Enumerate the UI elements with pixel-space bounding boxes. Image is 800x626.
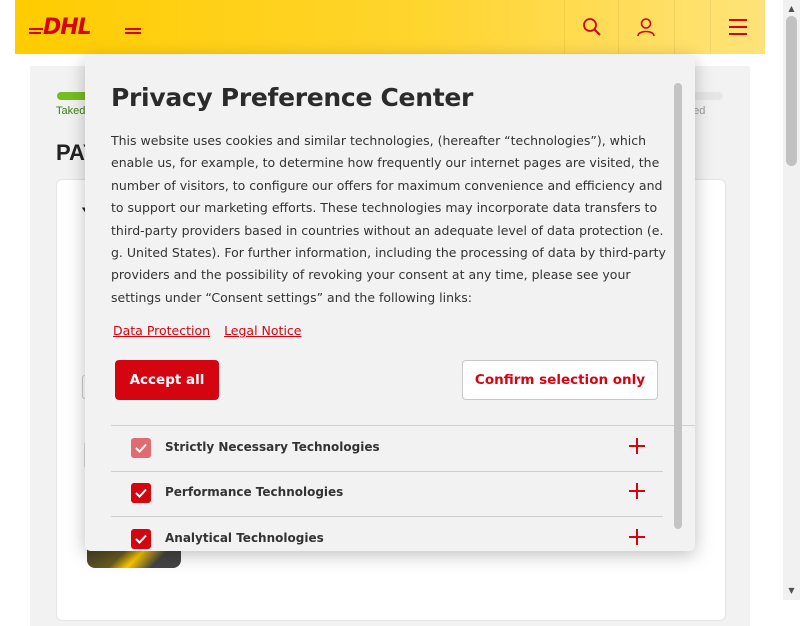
user-icon	[637, 18, 655, 37]
header-spacer	[674, 0, 711, 54]
site-header: DHL	[15, 0, 765, 54]
policy-links: Data Protection Legal Notice	[113, 323, 301, 338]
page-scrollbar[interactable]: ▲ ▼	[783, 0, 800, 600]
legal-notice-link[interactable]: Legal Notice	[224, 323, 301, 338]
expand-plus-icon[interactable]	[625, 478, 649, 504]
category-label: Performance Technologies	[165, 485, 344, 499]
category-row-analytical[interactable]: Analytical Technologies	[111, 517, 663, 551]
expand-plus-icon[interactable]	[625, 433, 649, 459]
modal-description: This website uses cookies and similar te…	[111, 133, 666, 305]
privacy-preference-modal: Privacy Preference Center This website u…	[85, 55, 695, 551]
account-button[interactable]	[618, 0, 673, 54]
search-button[interactable]	[564, 0, 619, 54]
svg-text:DHL: DHL	[43, 15, 91, 38]
category-row-performance[interactable]: Performance Technologies	[111, 471, 663, 517]
checkmark-icon	[135, 488, 147, 498]
analytical-checkbox[interactable]	[131, 529, 151, 549]
progress-step-left: Taked	[56, 105, 86, 117]
page-scrollbar-thumb[interactable]	[786, 16, 797, 166]
modal-title: Privacy Preference Center	[111, 83, 474, 112]
category-label: Analytical Technologies	[165, 531, 324, 545]
scroll-down-arrow-icon[interactable]: ▼	[786, 584, 797, 596]
expand-plus-icon[interactable]	[625, 524, 649, 550]
category-label: Strictly Necessary Technologies	[165, 440, 380, 454]
performance-checkbox[interactable]	[131, 483, 151, 503]
category-row-strictly-necessary[interactable]: Strictly Necessary Technologies	[111, 426, 663, 472]
modal-scrollbar-thumb[interactable]	[674, 83, 682, 529]
scroll-up-arrow-icon[interactable]: ▲	[786, 2, 797, 14]
menu-button[interactable]	[710, 0, 765, 54]
accept-all-button[interactable]: Accept all	[115, 360, 219, 400]
modal-scrollbar[interactable]	[674, 83, 684, 529]
checkmark-icon	[135, 443, 147, 453]
menu-icon	[729, 19, 747, 35]
dhl-logo[interactable]: DHL	[29, 14, 141, 38]
data-protection-link[interactable]: Data Protection	[113, 323, 210, 338]
checkmark-icon	[135, 534, 147, 544]
confirm-selection-button[interactable]: Confirm selection only	[462, 360, 658, 400]
search-icon	[583, 18, 601, 36]
strictly-necessary-checkbox	[131, 438, 151, 458]
